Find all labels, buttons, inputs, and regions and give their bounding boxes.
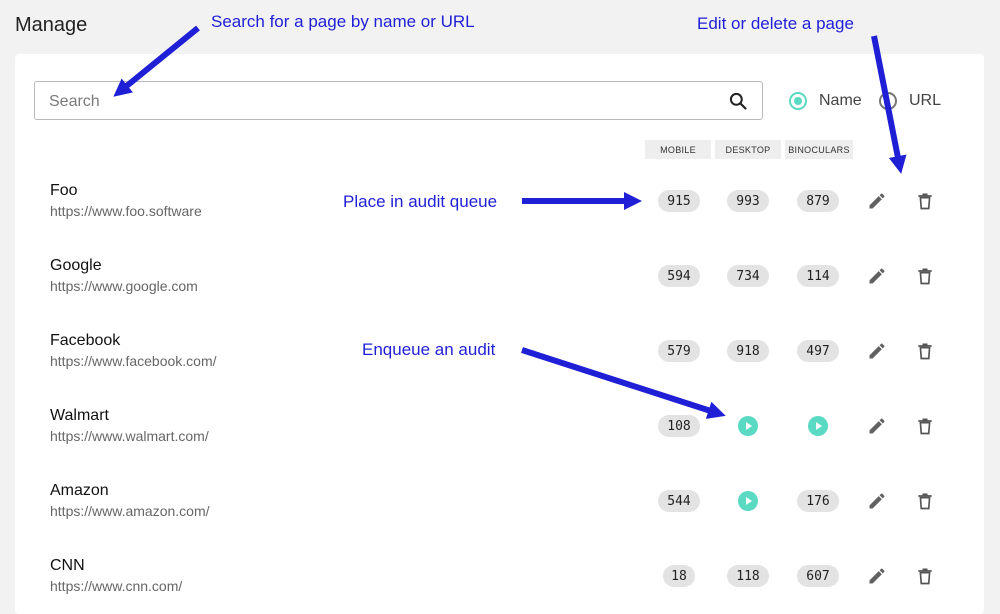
- trash-icon: [918, 418, 932, 435]
- queue-position-badge: 108: [658, 415, 700, 437]
- queue-position-badge: 993: [727, 190, 769, 212]
- play-icon: [738, 416, 758, 436]
- column-header-mobile: MOBILE: [645, 140, 711, 159]
- column-header-desktop: DESKTOP: [715, 140, 781, 159]
- pencil-icon: [869, 343, 885, 359]
- row-name: Foo: [50, 182, 78, 199]
- play-icon: [808, 416, 828, 436]
- row-name: Amazon: [50, 482, 109, 499]
- queue-position-badge: 734: [727, 265, 769, 287]
- delete-button[interactable]: [915, 190, 935, 212]
- pencil-icon: [869, 568, 885, 584]
- row-url: https://www.walmart.com/: [50, 428, 209, 444]
- play-icon: [738, 491, 758, 511]
- edit-button[interactable]: [867, 491, 887, 513]
- radio-selected-icon[interactable]: [789, 92, 807, 110]
- search-icon[interactable]: [728, 91, 748, 111]
- search-box[interactable]: [34, 81, 763, 121]
- row-name: Google: [50, 257, 102, 274]
- row-url: https://www.google.com: [50, 278, 198, 294]
- delete-button[interactable]: [915, 490, 935, 512]
- edit-button[interactable]: [867, 191, 887, 213]
- edit-button[interactable]: [867, 341, 887, 363]
- row-name: Facebook: [50, 332, 121, 349]
- queue-position-badge: 114: [797, 265, 839, 287]
- trash-icon: [918, 268, 932, 285]
- enqueue-audit-button[interactable]: [738, 416, 758, 436]
- page-title: Manage: [15, 14, 88, 36]
- filter-url-option[interactable]: URL: [879, 90, 941, 112]
- row-name: Walmart: [50, 407, 109, 424]
- radio-unselected-icon[interactable]: [879, 92, 897, 110]
- delete-button[interactable]: [915, 415, 935, 437]
- row-name: CNN: [50, 557, 85, 574]
- edit-button[interactable]: [867, 416, 887, 438]
- manage-card: [15, 54, 984, 614]
- queue-position-badge: 176: [797, 490, 839, 512]
- enqueue-audit-button[interactable]: [808, 416, 828, 436]
- queue-position-badge: 607: [797, 565, 839, 587]
- enqueue-audit-button[interactable]: [738, 491, 758, 511]
- delete-button[interactable]: [915, 265, 935, 287]
- trash-icon: [918, 193, 932, 210]
- trash-icon: [918, 343, 932, 360]
- edit-button[interactable]: [867, 266, 887, 288]
- edit-button[interactable]: [867, 566, 887, 588]
- queue-position-badge: 594: [658, 265, 700, 287]
- filter-url-label: URL: [909, 92, 942, 109]
- queue-position-badge: 879: [797, 190, 839, 212]
- queue-position-badge: 544: [658, 490, 700, 512]
- queue-position-badge: 118: [727, 565, 769, 587]
- pencil-icon: [869, 268, 885, 284]
- row-url: https://www.facebook.com/: [50, 353, 217, 369]
- queue-position-badge: 918: [727, 340, 769, 362]
- filter-name-label: Name: [819, 92, 862, 109]
- row-url: https://www.amazon.com/: [50, 503, 210, 519]
- delete-button[interactable]: [915, 565, 935, 587]
- queue-position-badge: 18: [663, 565, 695, 587]
- queue-position-badge: 579: [658, 340, 700, 362]
- filter-name-option[interactable]: Name: [789, 90, 862, 112]
- annotation-search: Search for a page by name or URL: [211, 12, 475, 31]
- search-input[interactable]: [47, 82, 711, 121]
- pencil-icon: [869, 493, 885, 509]
- queue-position-badge: 497: [797, 340, 839, 362]
- annotation-enqueue: Enqueue an audit: [362, 340, 496, 359]
- pencil-icon: [869, 193, 885, 209]
- annotation-edit-delete: Edit or delete a page: [697, 14, 854, 33]
- delete-button[interactable]: [915, 340, 935, 362]
- queue-position-badge: 915: [658, 190, 700, 212]
- trash-icon: [918, 568, 932, 585]
- pencil-icon: [869, 418, 885, 434]
- row-url: https://www.cnn.com/: [50, 578, 183, 594]
- row-url: https://www.foo.software: [50, 203, 202, 219]
- annotation-queue: Place in audit queue: [343, 192, 498, 211]
- trash-icon: [918, 493, 932, 510]
- column-header-binoculars: BINOCULARS: [785, 140, 853, 159]
